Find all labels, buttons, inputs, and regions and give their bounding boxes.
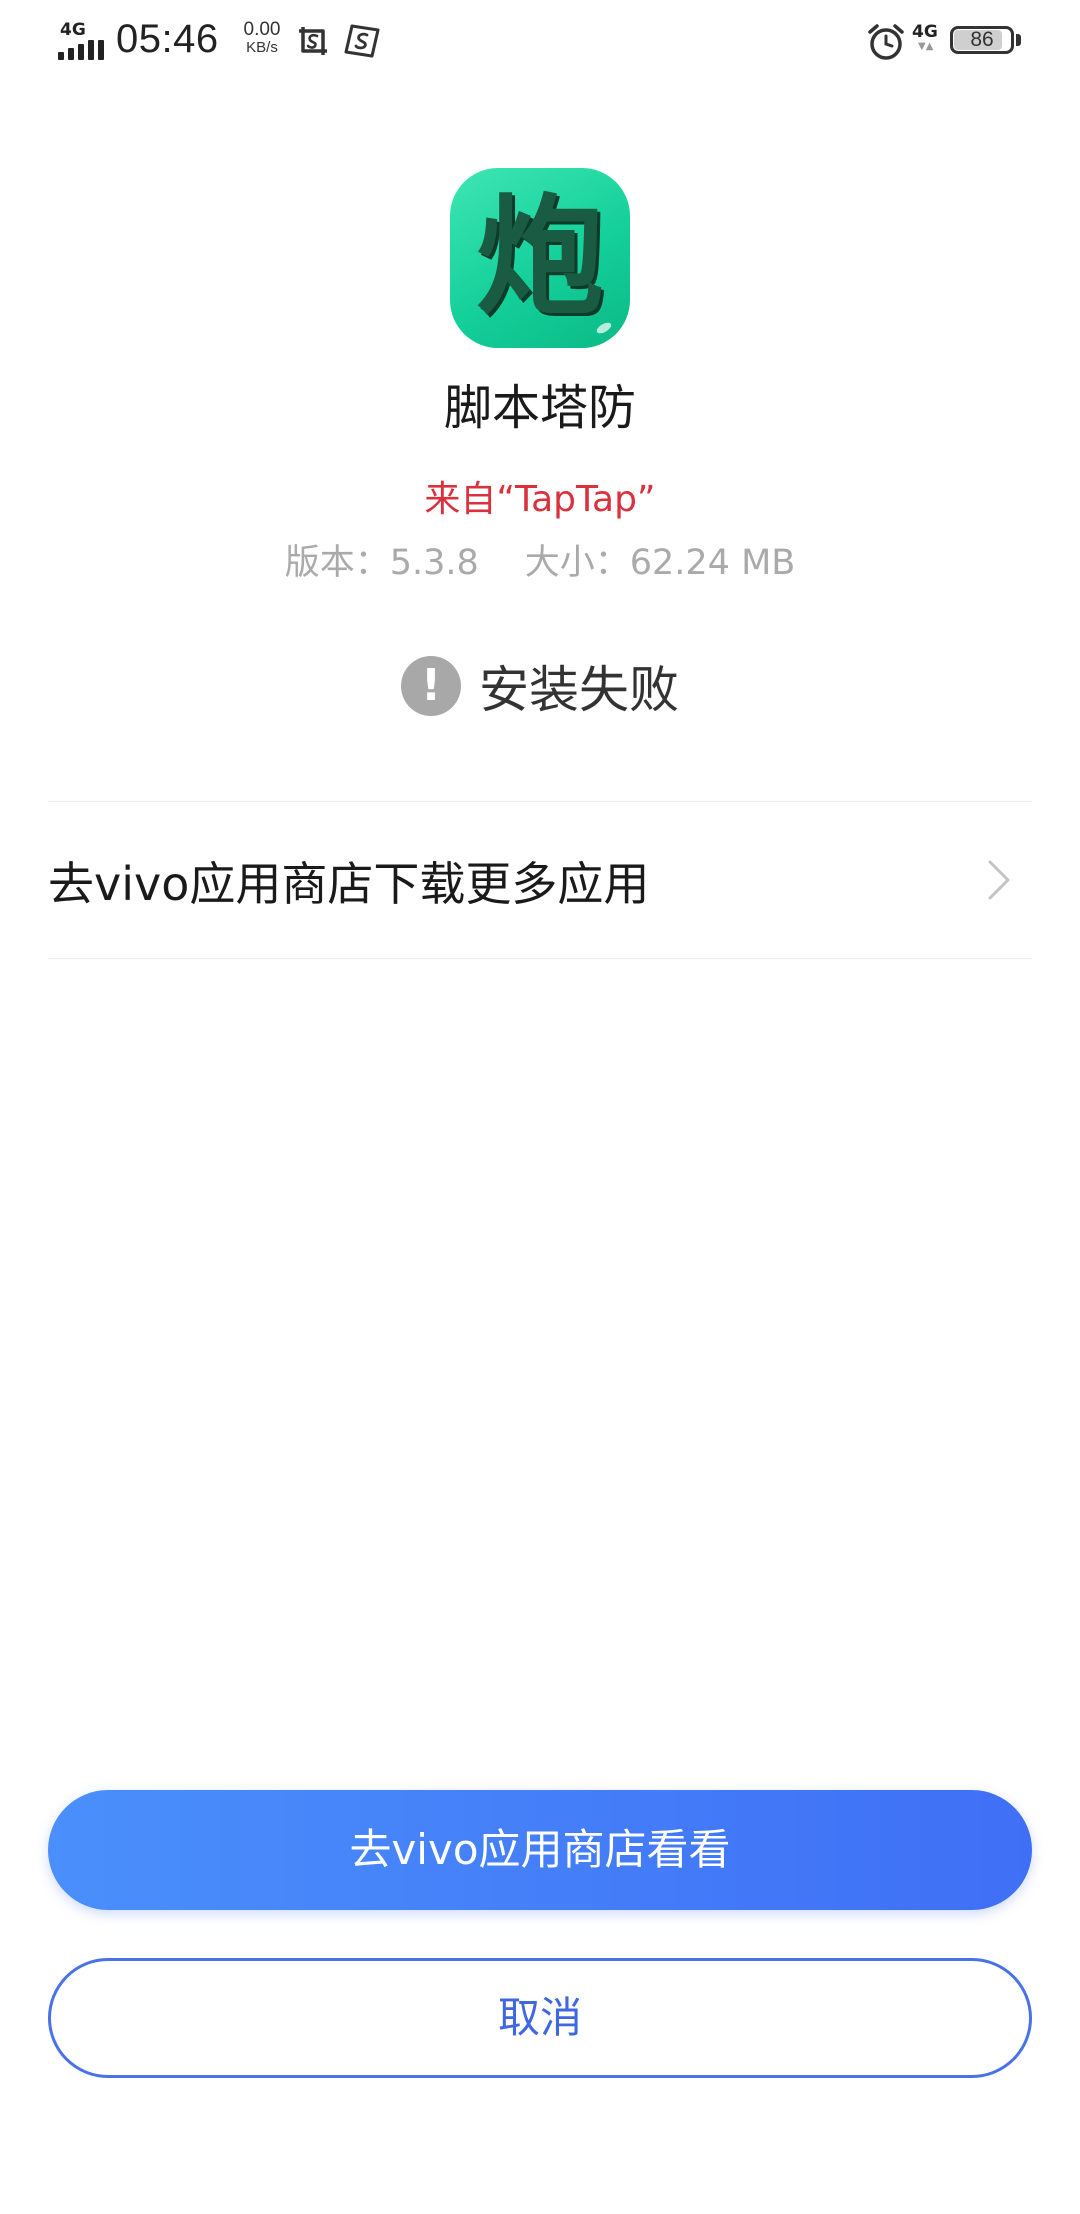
network-speed-value: 0.00 [243, 19, 281, 40]
app-icon: 炮 [450, 168, 630, 348]
network-type-label: 4G [60, 20, 86, 40]
app-size: 大小：62.24 MB [524, 543, 796, 583]
install-status-label: 安装失败 [479, 661, 679, 719]
app-name: 脚本塔防 [443, 380, 636, 436]
cancel-button[interactable]: 取消 [48, 1958, 1032, 2078]
signal-icon: 4G [58, 18, 106, 60]
install-result-screen: 4G 05:46 0.00 KB/s 4G ▼▲ 86 炮 脚本塔防 来自“Ta… [0, 0, 1080, 2214]
network-speed: 0.00 KB/s [236, 20, 288, 56]
clock: 05:46 [116, 17, 219, 61]
battery-level: 86 [970, 28, 994, 51]
open-store-button[interactable]: 去vivo应用商店看看 [48, 1790, 1032, 1910]
battery-icon: 86 [950, 26, 1021, 54]
app-source: 来自“TapTap” [424, 479, 656, 520]
chevron-right-icon [988, 860, 1010, 900]
store-link-row[interactable]: 去vivo应用商店下载更多应用 [48, 802, 1032, 958]
app-version: 版本：5.3.8 [284, 543, 479, 583]
warning-icon: ! [401, 656, 461, 716]
divider-bottom [48, 958, 1032, 959]
s-app-icon [344, 24, 380, 58]
mobile-data-icon: 4G ▼▲ [912, 22, 942, 58]
store-link-label: 去vivo应用商店下载更多应用 [48, 857, 650, 911]
alarm-icon [868, 24, 904, 60]
app-icon-glyph: 炮 [475, 183, 604, 332]
network-type-label-right: 4G [912, 22, 938, 42]
install-status: ! 安装失败 [0, 650, 1080, 720]
app-meta: 版本：5.3.8 大小：62.24 MB [0, 534, 1080, 585]
network-speed-unit: KB/s [246, 39, 278, 56]
screenshot-app-icon [299, 27, 327, 55]
status-bar: 4G 05:46 0.00 KB/s 4G ▼▲ 86 [0, 0, 1080, 90]
